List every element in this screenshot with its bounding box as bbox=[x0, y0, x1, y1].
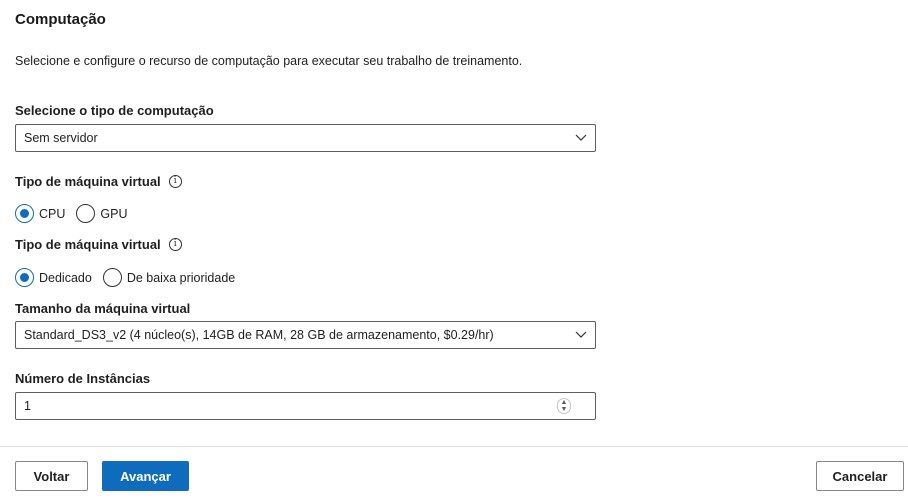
info-icon[interactable]: i bbox=[168, 175, 182, 188]
page-title: Computação bbox=[15, 11, 106, 28]
compute-type-label-text: Selecione o tipo de computação bbox=[15, 103, 214, 118]
vm-size-label: Tamanho da máquina virtual bbox=[15, 301, 190, 316]
vm-size-select[interactable]: Standard_DS3_v2 (4 núcleo(s), 14GB de RA… bbox=[15, 321, 596, 349]
radio-gpu-label: GPU bbox=[100, 206, 128, 221]
spin-down-icon[interactable]: ▼ bbox=[561, 406, 568, 413]
instances-label: Número de Instâncias bbox=[15, 371, 150, 386]
info-icon[interactable]: i bbox=[168, 238, 182, 251]
compute-type-value: Sem servidor bbox=[24, 131, 98, 145]
radio-circle-icon bbox=[15, 204, 34, 223]
vm-type-radio-group: CPU GPU bbox=[15, 204, 139, 223]
radio-cpu-label: CPU bbox=[39, 206, 66, 221]
vm-size-value: Standard_DS3_v2 (4 núcleo(s), 14GB de RA… bbox=[24, 328, 494, 342]
vm-priority-radio-group: Dedicado De baixa prioridade bbox=[15, 268, 246, 287]
cancel-button[interactable]: Cancelar bbox=[816, 461, 904, 491]
compute-type-select[interactable]: Sem servidor bbox=[15, 124, 596, 152]
chevron-down-icon bbox=[575, 134, 587, 141]
radio-gpu[interactable]: GPU bbox=[76, 204, 128, 223]
radio-low-priority[interactable]: De baixa prioridade bbox=[102, 268, 236, 287]
vm-type-label: Tipo de máquina virtual i bbox=[15, 174, 182, 189]
radio-low-priority-label: De baixa prioridade bbox=[126, 270, 236, 285]
back-button[interactable]: Voltar bbox=[15, 461, 88, 491]
spin-button-icon[interactable]: ▲ ▼ bbox=[557, 398, 571, 414]
compute-type-label: Selecione o tipo de computação bbox=[15, 103, 214, 118]
radio-circle-icon bbox=[15, 268, 34, 287]
instances-value: 1 bbox=[24, 399, 31, 413]
vm-priority-label-text: Tipo de máquina virtual bbox=[15, 237, 161, 252]
radio-circle-icon bbox=[102, 268, 122, 287]
instances-label-text: Número de Instâncias bbox=[15, 371, 151, 386]
radio-cpu[interactable]: CPU bbox=[15, 204, 65, 223]
footer-divider bbox=[0, 446, 908, 447]
vm-type-label-text: Tipo de máquina virtual bbox=[15, 174, 161, 189]
radio-circle-icon bbox=[76, 204, 96, 223]
vm-size-label-text: Tamanho da máquina virtual bbox=[15, 301, 191, 316]
page-description: Selecione e configure o recurso de compu… bbox=[15, 54, 523, 68]
vm-priority-label: Tipo de máquina virtual i bbox=[15, 237, 182, 252]
chevron-down-icon bbox=[575, 331, 587, 338]
instances-input[interactable]: 1 ▲ ▼ bbox=[15, 392, 596, 420]
radio-dedicated[interactable]: Dedicado bbox=[15, 268, 92, 287]
next-button[interactable]: Avançar bbox=[102, 461, 189, 491]
radio-dedicated-label: Dedicado bbox=[39, 270, 92, 285]
spin-up-icon[interactable]: ▲ bbox=[561, 399, 568, 406]
